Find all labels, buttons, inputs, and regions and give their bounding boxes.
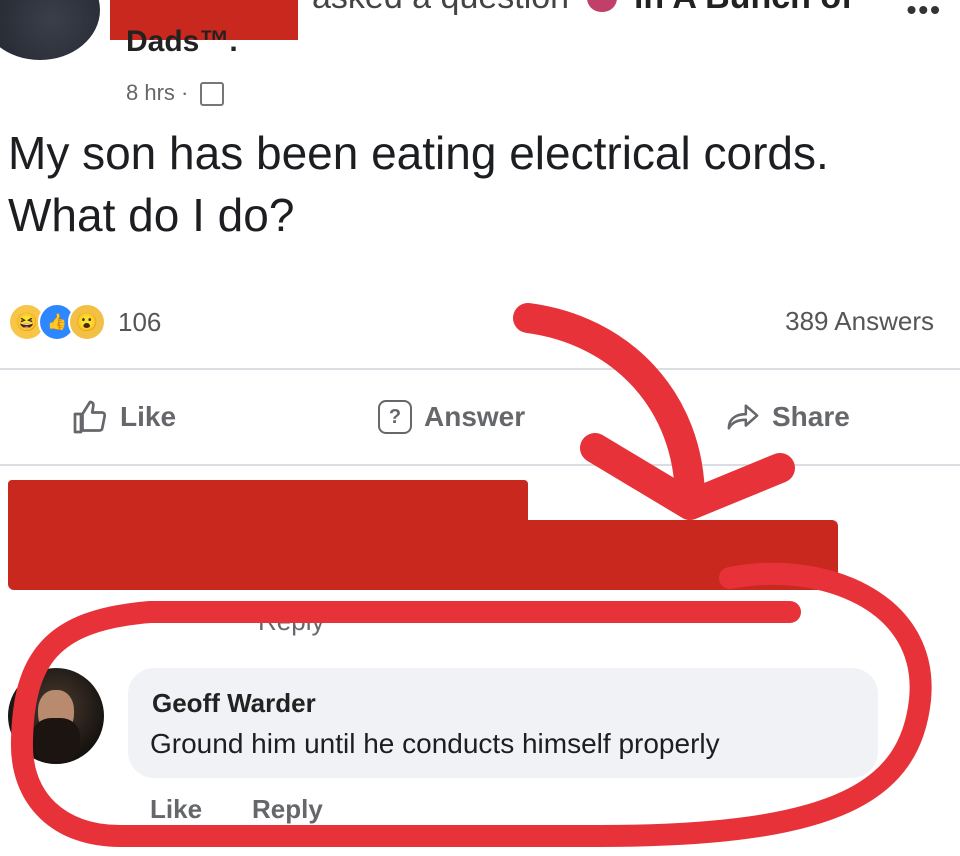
- red-annotation-overlay: [10, 303, 932, 847]
- annotation-circle: [10, 562, 932, 847]
